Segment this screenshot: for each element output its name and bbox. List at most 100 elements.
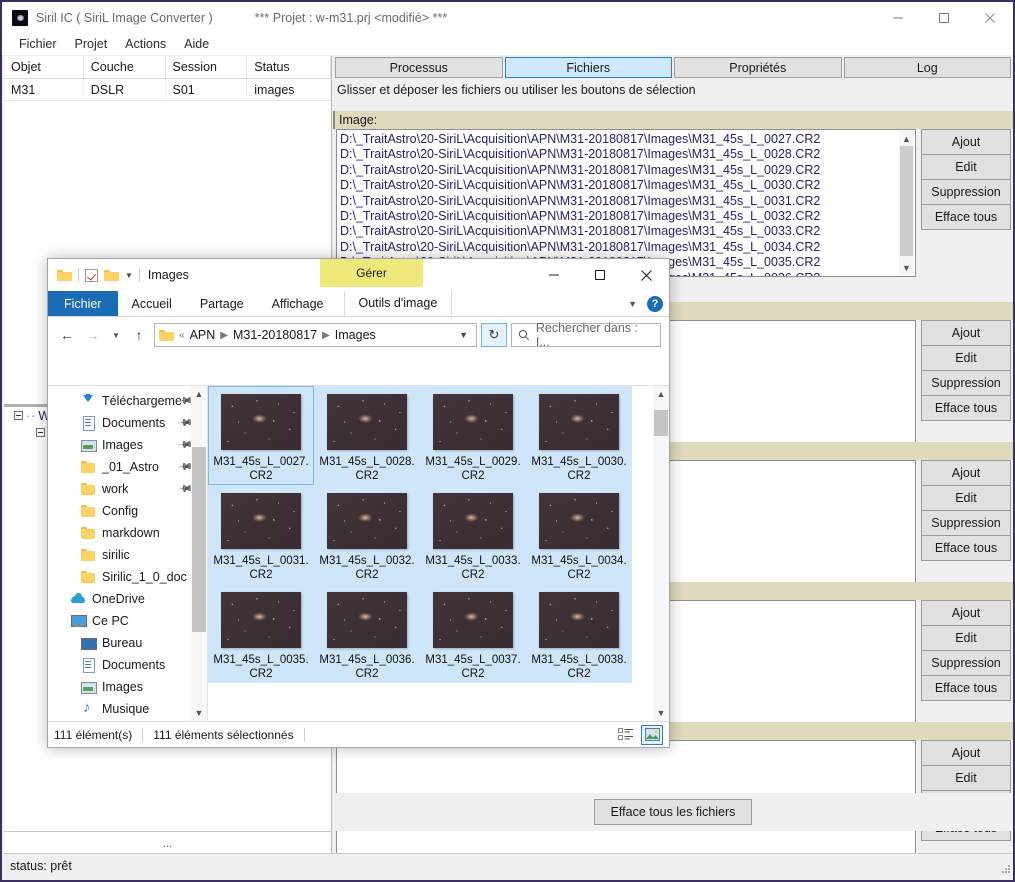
refresh-button[interactable]: ↻	[481, 323, 507, 347]
breadcrumb-dropdown-icon[interactable]: ▼	[459, 330, 472, 340]
content-scrollbar-thumb[interactable]	[654, 410, 668, 436]
breadcrumb[interactable]: « APN ▶ M31-20180817 ▶ Images ▼	[154, 323, 477, 347]
breadcrumb-images[interactable]: Images	[335, 328, 376, 342]
collapse-icon-child[interactable]	[36, 428, 45, 437]
tab-proprietes[interactable]: Propriétés	[674, 57, 842, 78]
thumbnail-item[interactable]: M31_45s_L_0037. CR2	[420, 584, 526, 683]
edit-button-5[interactable]: Edit	[921, 765, 1011, 791]
nav-item-ce-pc[interactable]: Ce PC	[48, 610, 207, 632]
breadcrumb-overflow-icon[interactable]: «	[179, 330, 185, 341]
thumbnail-item[interactable]: M31_45s_L_0034. CR2	[526, 485, 632, 584]
menu-fichier[interactable]: Fichier	[10, 34, 66, 55]
nav-scrollbar-thumb[interactable]	[192, 447, 206, 632]
content-scrollbar-track[interactable]	[653, 402, 669, 705]
efface-tous-button-3[interactable]: Efface tous	[921, 535, 1011, 561]
file-list-scrollbar[interactable]: ▲ ▼	[899, 131, 914, 275]
edit-button-3[interactable]: Edit	[921, 485, 1011, 511]
scroll-up-icon[interactable]: ▲	[899, 131, 914, 146]
help-icon[interactable]: ?	[647, 296, 663, 312]
menu-actions[interactable]: Actions	[116, 34, 175, 55]
forward-icon[interactable]: →	[82, 324, 104, 346]
thumbnail-item[interactable]: M31_45s_L_0029. CR2	[420, 386, 526, 485]
explorer-close-icon[interactable]	[623, 259, 669, 291]
nav-item-sirilic[interactable]: sirilic	[48, 544, 207, 566]
nav-item-documents[interactable]: Documents	[48, 654, 207, 676]
suppression-button-1[interactable]: Suppression	[921, 179, 1011, 205]
navigation-scrollbar[interactable]: ▲ ▼	[191, 386, 207, 721]
ajout-button-2[interactable]: Ajout	[921, 320, 1011, 346]
nav-item-work[interactable]: work 📌	[48, 478, 207, 500]
ribbon-tab-accueil[interactable]: Accueil	[118, 291, 186, 316]
file-list-image[interactable]: D:\_TraitAstro\20-SiriL\Acquisition\APN\…	[336, 129, 916, 277]
breadcrumb-apn[interactable]: APN	[190, 328, 216, 342]
ajout-button-3[interactable]: Ajout	[921, 460, 1011, 486]
new-folder-icon[interactable]	[104, 269, 119, 281]
nav-item-bureau[interactable]: Bureau	[48, 632, 207, 654]
tab-processus[interactable]: Processus	[335, 57, 503, 78]
nav-scroll-down-icon[interactable]: ▼	[191, 705, 207, 721]
file-path-line[interactable]: D:\_TraitAstro\20-SiriL\Acquisition\APN\…	[340, 240, 915, 255]
content-scroll-up-icon[interactable]: ▲	[653, 386, 669, 402]
back-icon[interactable]: ←	[56, 324, 78, 346]
suppression-button-2[interactable]: Suppression	[921, 370, 1011, 396]
nav-item-images[interactable]: Images	[48, 676, 207, 698]
nav-item-onedrive[interactable]: OneDrive	[48, 588, 207, 610]
close-icon[interactable]	[967, 2, 1013, 34]
up-icon[interactable]: ↑	[128, 324, 150, 346]
resize-grip-icon[interactable]	[1001, 864, 1011, 874]
file-path-line[interactable]: D:\_TraitAstro\20-SiriL\Acquisition\APN\…	[340, 178, 915, 193]
ajout-button-5[interactable]: Ajout	[921, 740, 1011, 766]
thumbnail-item[interactable]: M31_45s_L_0032. CR2	[314, 485, 420, 584]
thumbnail-item[interactable]: M31_45s_L_0028. CR2	[314, 386, 420, 485]
table-row[interactable]: M31 DSLR S01 images	[4, 79, 331, 101]
explorer-minimize-icon[interactable]	[531, 259, 577, 291]
thumbnail-item[interactable]: M31_45s_L_0033. CR2	[420, 485, 526, 584]
suppression-button-3[interactable]: Suppression	[921, 510, 1011, 536]
thumbnail-item[interactable]: M31_45s_L_0031. CR2	[208, 485, 314, 584]
nav-item--01-astro[interactable]: _01_Astro 📌	[48, 456, 207, 478]
nav-item-musique[interactable]: Musique	[48, 698, 207, 720]
efface-tous-button-4[interactable]: Efface tous	[921, 675, 1011, 701]
collapse-icon[interactable]	[14, 411, 23, 420]
nav-item-config[interactable]: Config	[48, 500, 207, 522]
properties-check-icon[interactable]	[85, 268, 98, 282]
file-path-line[interactable]: D:\_TraitAstro\20-SiriL\Acquisition\APN\…	[340, 224, 915, 239]
nav-item-markdown[interactable]: markdown	[48, 522, 207, 544]
ajout-button-1[interactable]: Ajout	[921, 129, 1011, 155]
edit-button-1[interactable]: Edit	[921, 154, 1011, 180]
efface-tous-les-fichiers-button[interactable]: Efface tous les fichiers	[593, 799, 753, 825]
content-scrollbar[interactable]: ▲ ▼	[653, 386, 669, 721]
ribbon-collapse-icon[interactable]: ▼	[628, 299, 637, 309]
thumbnail-item[interactable]: M31_45s_L_0027. CR2	[208, 386, 314, 485]
ribbon-tab-fichier[interactable]: Fichier	[48, 291, 118, 316]
suppression-button-4[interactable]: Suppression	[921, 650, 1011, 676]
maximize-icon[interactable]	[921, 2, 967, 34]
nav-item-sirilic-1-0-doc[interactable]: Sirilic_1_0_doc	[48, 566, 207, 588]
minimize-icon[interactable]	[875, 2, 921, 34]
file-path-line[interactable]: D:\_TraitAstro\20-SiriL\Acquisition\APN\…	[340, 209, 915, 224]
large-icons-view-icon[interactable]	[641, 724, 663, 745]
thumbnail-item[interactable]: M31_45s_L_0038. CR2	[526, 584, 632, 683]
menu-projet[interactable]: Projet	[66, 34, 117, 55]
ribbon-tab-outils-image[interactable]: Outils d'image	[343, 291, 453, 316]
menu-aide[interactable]: Aide	[175, 34, 218, 55]
file-path-line[interactable]: D:\_TraitAstro\20-SiriL\Acquisition\APN\…	[340, 194, 915, 209]
scroll-down-icon[interactable]: ▼	[899, 260, 914, 275]
thumbnail-item[interactable]: M31_45s_L_0035. CR2	[208, 584, 314, 683]
ajout-button-4[interactable]: Ajout	[921, 600, 1011, 626]
explorer-maximize-icon[interactable]	[577, 259, 623, 291]
nav-item-images[interactable]: Images 📌	[48, 434, 207, 456]
recent-locations-icon[interactable]: ▼	[108, 324, 124, 346]
nav-item-t-l-chargeme[interactable]: Téléchargeme 📌	[48, 390, 207, 412]
file-path-line[interactable]: D:\_TraitAstro\20-SiriL\Acquisition\APN\…	[340, 163, 915, 178]
edit-button-4[interactable]: Edit	[921, 625, 1011, 651]
nav-scroll-up-icon[interactable]: ▲	[191, 386, 207, 402]
details-view-icon[interactable]	[615, 725, 637, 745]
breadcrumb-m31[interactable]: M31-20180817	[233, 328, 317, 342]
search-input[interactable]: Rechercher dans : I...	[511, 321, 661, 349]
thumbnail-item[interactable]: M31_45s_L_0030. CR2	[526, 386, 632, 485]
ribbon-tab-partage[interactable]: Partage	[186, 291, 258, 316]
tab-fichiers[interactable]: Fichiers	[504, 57, 672, 78]
efface-tous-button-1[interactable]: Efface tous	[921, 204, 1011, 230]
chevron-down-icon[interactable]: ▼	[125, 271, 133, 280]
